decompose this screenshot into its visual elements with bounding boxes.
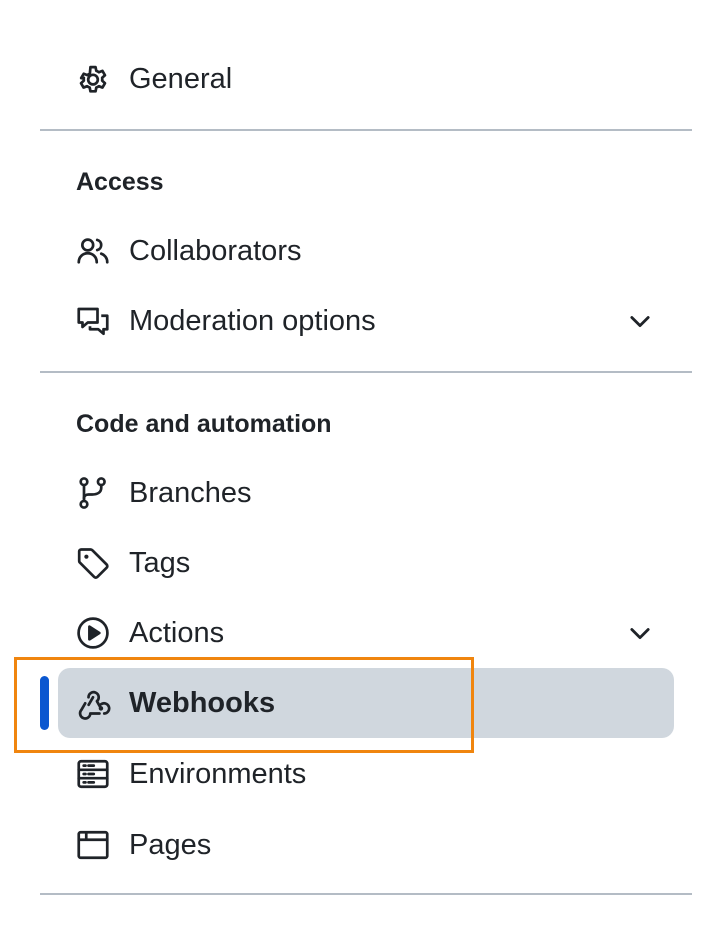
webhook-icon	[75, 685, 111, 721]
sidebar-item-label: Actions	[129, 617, 225, 649]
tag-icon	[75, 545, 111, 581]
sidebar-item-collaborators[interactable]: Collaborators	[58, 216, 674, 286]
chevron-down-icon[interactable]	[626, 619, 654, 647]
section-divider	[40, 371, 692, 373]
section-heading-code-and-automation: Code and automation	[76, 410, 332, 438]
sidebar-item-label: Branches	[129, 477, 252, 509]
git-branch-icon	[75, 475, 111, 511]
settings-sidebar: General Access Collaborators Moderation …	[0, 0, 710, 936]
section-heading-access: Access	[76, 168, 164, 196]
sidebar-item-label: Environments	[129, 758, 307, 790]
sidebar-item-label: Pages	[129, 829, 212, 861]
sidebar-item-pages[interactable]: Pages	[58, 810, 674, 880]
sidebar-item-general[interactable]: General	[58, 44, 674, 114]
sidebar-item-label: Webhooks	[129, 687, 276, 719]
gear-icon	[75, 61, 111, 97]
sidebar-item-label: Collaborators	[129, 235, 302, 267]
browser-icon	[75, 827, 111, 863]
sidebar-item-label: Moderation options	[129, 305, 376, 337]
sidebar-item-webhooks[interactable]: Webhooks	[58, 668, 674, 738]
sidebar-item-moderation-options[interactable]: Moderation options	[58, 286, 674, 356]
sidebar-item-label: Tags	[129, 547, 191, 579]
active-indicator	[40, 676, 49, 730]
play-icon	[75, 615, 111, 651]
people-icon	[75, 233, 111, 269]
sidebar-item-environments[interactable]: Environments	[58, 739, 674, 809]
sidebar-item-tags[interactable]: Tags	[58, 528, 674, 598]
comment-discussion-icon	[75, 303, 111, 339]
chevron-down-icon[interactable]	[626, 307, 654, 335]
server-icon	[75, 756, 111, 792]
sidebar-item-actions[interactable]: Actions	[58, 598, 674, 668]
sidebar-item-branches[interactable]: Branches	[58, 458, 674, 528]
sidebar-item-label: General	[129, 63, 233, 95]
section-divider	[40, 129, 692, 131]
section-divider	[40, 893, 692, 895]
